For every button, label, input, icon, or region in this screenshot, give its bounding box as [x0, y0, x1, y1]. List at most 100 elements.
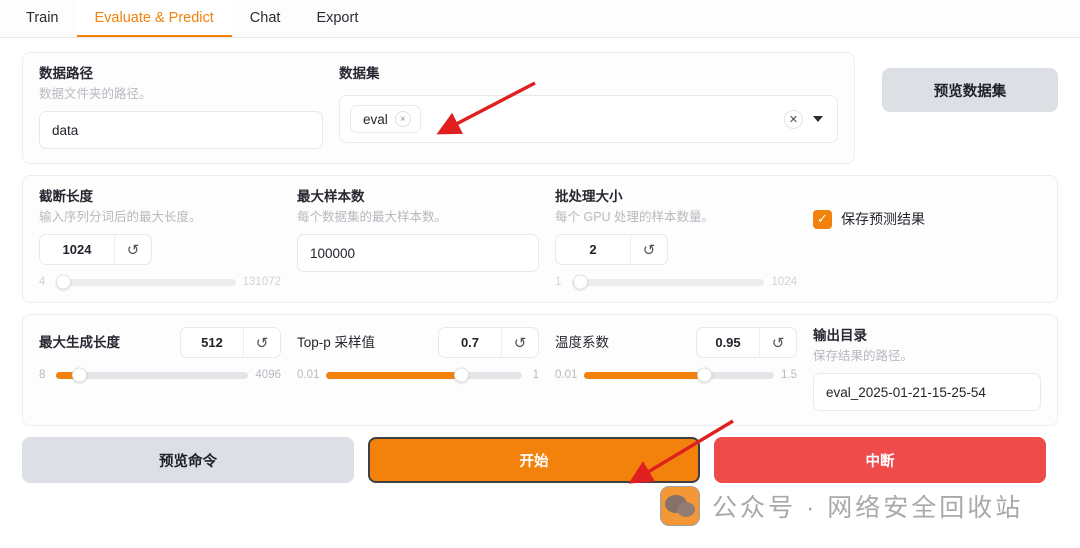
action-button-bar: 预览命令 开始 中断: [0, 437, 1080, 483]
temperature-slider-fill: [584, 371, 704, 379]
tab-chat[interactable]: Chat: [232, 0, 299, 37]
batch-size-description: 每个 GPU 处理的样本数量。: [555, 210, 715, 224]
tab-evaluate-predict[interactable]: Evaluate & Predict: [76, 0, 232, 37]
dataset-panel: 数据路径 数据文件夹的路径。 data 数据集 eval × ✕: [22, 52, 855, 164]
dataset-select-actions: ✕: [784, 109, 827, 129]
temperature-value[interactable]: 0.95: [697, 328, 759, 357]
dataset-multiselect[interactable]: eval × ✕: [339, 95, 838, 143]
max-new-tokens-reset-icon[interactable]: ↺: [243, 328, 280, 357]
dataset-tag-eval[interactable]: eval ×: [350, 105, 421, 133]
dataset-tag-remove-icon[interactable]: ×: [394, 111, 411, 127]
top-p-label: Top-p 采样值: [297, 334, 376, 350]
eval-params-row: 截断长度 输入序列分词后的最大长度。 1024 ↺ 4 131072 最大样本数…: [39, 188, 1041, 290]
batch-size-field: 批处理大小 每个 GPU 处理的样本数量。 2 ↺ 1 1024: [555, 188, 813, 290]
temperature-slider-row: 0.01 1.5: [555, 367, 797, 383]
output-dir-input[interactable]: eval_2025-01-21-15-25-54: [813, 373, 1041, 411]
batch-size-min: 1: [555, 276, 562, 288]
watermark-overlay: 公众号 · 网络安全回收站: [660, 486, 1023, 526]
watermark-text: 公众号 · 网络安全回收站: [712, 494, 1024, 522]
preview-command-button[interactable]: 预览命令: [22, 437, 354, 483]
tab-export[interactable]: Export: [298, 0, 376, 37]
batch-size-value[interactable]: 2: [556, 235, 630, 264]
save-predictions-checkbox[interactable]: ✓: [813, 209, 832, 229]
max-new-tokens-label: 最大生成长度: [39, 334, 120, 350]
save-predictions-field: ✓ 保存预测结果: [813, 188, 1041, 288]
wechat-icon: [660, 486, 700, 526]
main-tab-bar: Train Evaluate & Predict Chat Export: [0, 0, 1080, 38]
dataset-panel-row: 数据路径 数据文件夹的路径。 data 数据集 eval × ✕: [39, 65, 838, 149]
cutoff-length-slider-row: 4 131072: [39, 274, 281, 290]
output-dir-field: 输出目录 保存结果的路径。 eval_2025-01-21-15-25-54: [813, 327, 1041, 411]
batch-size-label: 批处理大小: [555, 189, 623, 204]
cutoff-length-slider[interactable]: [56, 274, 236, 290]
data-path-description: 数据文件夹的路径。: [39, 87, 152, 101]
tab-train[interactable]: Train: [8, 0, 77, 37]
temperature-max: 1.5: [781, 369, 797, 381]
max-new-tokens-value[interactable]: 512: [181, 328, 243, 357]
max-samples-input[interactable]: 100000: [297, 234, 539, 272]
data-path-input[interactable]: data: [39, 111, 323, 149]
max-new-tokens-slider[interactable]: [56, 367, 249, 383]
dataset-label: 数据集: [339, 66, 380, 81]
top-p-value[interactable]: 0.7: [439, 328, 501, 357]
temperature-number[interactable]: 0.95 ↺: [696, 327, 797, 358]
max-samples-label: 最大样本数: [297, 189, 365, 204]
top-p-reset-icon[interactable]: ↺: [501, 328, 538, 357]
top-p-min: 0.01: [297, 369, 320, 381]
chevron-down-icon[interactable]: [813, 116, 823, 122]
save-predictions-label: 保存预测结果: [841, 211, 925, 227]
dataset-tag-list: eval ×: [350, 105, 784, 133]
abort-button[interactable]: 中断: [714, 437, 1046, 483]
page-content: 数据路径 数据文件夹的路径。 data 数据集 eval × ✕ 预览数据集 截…: [0, 38, 1080, 426]
batch-size-reset-icon[interactable]: ↺: [630, 235, 667, 264]
max-new-tokens-slider-row: 8 4096: [39, 367, 281, 383]
cutoff-length-max: 131072: [242, 276, 281, 288]
temperature-reset-icon[interactable]: ↺: [759, 328, 796, 357]
top-p-slider-fill: [326, 371, 462, 379]
output-dir-description: 保存结果的路径。: [813, 349, 914, 363]
temperature-min: 0.01: [555, 369, 578, 381]
temperature-header: 温度系数 0.95 ↺: [555, 327, 797, 358]
cutoff-length-reset-icon[interactable]: ↺: [114, 235, 151, 264]
wechat-bubble-large: [665, 495, 687, 513]
start-button[interactable]: 开始: [368, 437, 700, 483]
max-new-tokens-max: 4096: [255, 369, 281, 381]
eval-params-panel: 截断长度 输入序列分词后的最大长度。 1024 ↺ 4 131072 最大样本数…: [22, 175, 1058, 303]
temperature-field: 温度系数 0.95 ↺ 0.01 1.5: [555, 327, 813, 411]
cutoff-length-field: 截断长度 输入序列分词后的最大长度。 1024 ↺ 4 131072: [39, 188, 297, 290]
top-p-number[interactable]: 0.7 ↺: [438, 327, 539, 358]
preview-dataset-button[interactable]: 预览数据集: [882, 68, 1058, 112]
top-p-slider-row: 0.01 1: [297, 367, 539, 383]
max-samples-field: 最大样本数 每个数据集的最大样本数。 100000: [297, 188, 555, 288]
cutoff-length-value[interactable]: 1024: [40, 235, 114, 264]
top-p-header: Top-p 采样值 0.7 ↺: [297, 327, 539, 358]
cutoff-length-min: 4: [39, 276, 46, 288]
cutoff-length-label: 截断长度: [39, 189, 93, 204]
temperature-slider[interactable]: [584, 367, 774, 383]
top-p-field: Top-p 采样值 0.7 ↺ 0.01 1: [297, 327, 555, 411]
max-new-tokens-slider-knob[interactable]: [72, 367, 88, 383]
cutoff-length-number[interactable]: 1024 ↺: [39, 234, 152, 265]
max-new-tokens-header: 最大生成长度 512 ↺: [39, 327, 281, 358]
dataset-clear-icon[interactable]: ✕: [784, 109, 803, 129]
cutoff-length-slider-knob[interactable]: [56, 274, 72, 290]
batch-size-max: 1024: [771, 276, 797, 288]
wechat-bubble-small: [677, 502, 695, 517]
max-new-tokens-field: 最大生成长度 512 ↺ 8 4096: [39, 327, 297, 411]
batch-size-number[interactable]: 2 ↺: [555, 234, 668, 265]
data-path-field: 数据路径 数据文件夹的路径。 data: [39, 65, 339, 149]
temperature-slider-knob[interactable]: [696, 367, 712, 383]
dataset-tag-label: eval: [363, 111, 388, 127]
batch-size-slider-knob[interactable]: [572, 274, 588, 290]
generation-params-row: 最大生成长度 512 ↺ 8 4096 Top-p 采样值 0.7 ↺ 0.01…: [39, 327, 1041, 411]
batch-size-slider-row: 1 1024: [555, 274, 797, 290]
output-dir-label: 输出目录: [813, 328, 867, 343]
top-p-slider[interactable]: [326, 367, 522, 383]
max-new-tokens-number[interactable]: 512 ↺: [180, 327, 281, 358]
batch-size-slider[interactable]: [572, 274, 765, 290]
data-path-label: 数据路径: [39, 66, 93, 81]
top-p-max: 1: [532, 369, 539, 381]
save-predictions-checkbox-row[interactable]: ✓ 保存预测结果: [813, 209, 1041, 229]
temperature-label: 温度系数: [555, 334, 609, 350]
top-p-slider-knob[interactable]: [454, 367, 470, 383]
